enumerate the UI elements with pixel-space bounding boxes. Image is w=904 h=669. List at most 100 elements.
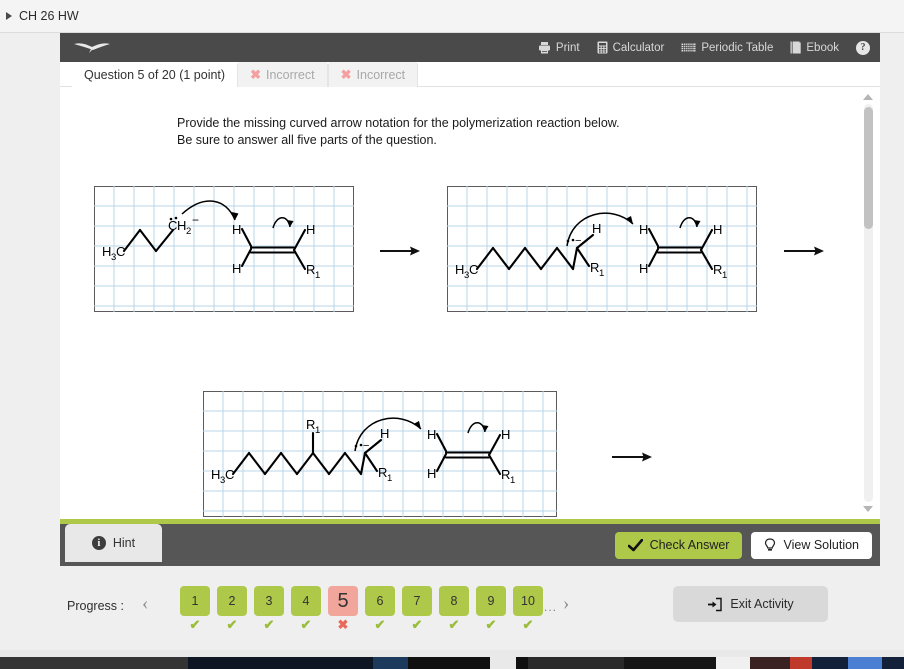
scrollbar-thumb[interactable] [864, 107, 873, 229]
checkmark-icon [627, 538, 643, 551]
tab-incorrect-1[interactable]: ✖ Incorrect [237, 62, 328, 87]
progress-footer: Progress : ‹ 1 ✔ 2 ✔ 3 ✔ 4 ✔ 5 ✖ 6 ✔ 7 ✔… [60, 566, 880, 650]
content-scrollbar[interactable] [862, 91, 875, 515]
tab-incorrect-2-label: Incorrect [356, 67, 406, 82]
toolbar-actions: Print Calculator Periodic Table Ebook ? [538, 40, 870, 55]
chem-diagram-2[interactable]: H 3 C H R 1 − H H H R 1 [447, 186, 757, 312]
question-button-1[interactable]: 1 [180, 586, 210, 616]
periodic-table-label: Periodic Table [701, 41, 774, 54]
periodic-table-button[interactable]: Periodic Table [681, 42, 773, 54]
svg-text:H: H [639, 222, 648, 237]
svg-text:H: H [501, 427, 510, 442]
question-button-8[interactable]: 8 [439, 586, 469, 616]
question-button-10[interactable]: 10 [513, 586, 543, 616]
svg-text:1: 1 [387, 473, 392, 484]
svg-text:H: H [455, 262, 464, 277]
status-mark-8: ✔ [448, 617, 460, 632]
svg-text:R: R [501, 467, 510, 482]
chevron-right-icon[interactable]: › [563, 593, 569, 615]
status-mark-9: ✔ [485, 617, 497, 632]
exit-activity-label: Exit Activity [730, 597, 794, 611]
status-mark-7: ✔ [411, 617, 423, 632]
svg-text:1: 1 [599, 268, 604, 279]
tab-question-5[interactable]: Question 5 of 20 (1 point) [72, 62, 238, 87]
svg-text:H: H [380, 426, 389, 441]
triangle-right-icon [6, 12, 12, 20]
print-button[interactable]: Print [538, 41, 580, 54]
svg-text:H: H [232, 261, 241, 276]
action-bar: i Hint Check Answer View Solution [60, 524, 880, 566]
svg-text:H: H [232, 222, 241, 237]
screenshot-root: CH 26 HW Print Calculator Periodic Table… [0, 0, 904, 669]
exit-activity-button[interactable]: Exit Activity [673, 586, 828, 622]
svg-text:R: R [590, 260, 599, 275]
question-button-2[interactable]: 2 [217, 586, 247, 616]
hint-button[interactable]: i Hint [65, 524, 162, 562]
question-prompt-line2: Be sure to answer all five parts of the … [177, 133, 437, 147]
taskbar-strip [0, 657, 904, 669]
status-mark-3: ✔ [263, 617, 275, 632]
svg-text:H: H [306, 222, 315, 237]
question-button-5[interactable]: 5 [328, 586, 358, 616]
reaction-arrow-2 [782, 242, 827, 260]
periodic-table-icon [681, 43, 696, 52]
ebook-label: Ebook [806, 41, 839, 54]
status-mark-1: ✔ [189, 617, 201, 632]
question-cell-1: 1 ✔ [180, 586, 210, 632]
question-prompt: Provide the missing curved arrow notatio… [177, 115, 620, 149]
question-cell-3: 3 ✔ [254, 586, 284, 632]
question-cell-2: 2 ✔ [217, 586, 247, 632]
svg-text:R: R [378, 465, 387, 480]
taskbar-segment [848, 657, 882, 669]
action-buttons: Check Answer View Solution [614, 531, 872, 559]
question-button-6[interactable]: 6 [365, 586, 395, 616]
svg-text:H: H [713, 222, 722, 237]
print-label: Print [555, 41, 580, 54]
check-answer-label: Check Answer [649, 538, 730, 552]
printer-icon [538, 42, 550, 54]
svg-text:1: 1 [510, 475, 515, 486]
svg-text:H: H [427, 466, 436, 481]
status-mark-2: ✔ [226, 617, 238, 632]
svg-text:R: R [306, 417, 315, 432]
question-prompt-line1: Provide the missing curved arrow notatio… [177, 116, 620, 130]
view-solution-button[interactable]: View Solution [751, 531, 872, 559]
view-solution-label: View Solution [783, 538, 859, 552]
svg-text:R: R [713, 262, 722, 277]
question-button-4[interactable]: 4 [291, 586, 321, 616]
help-button[interactable]: ? [856, 40, 870, 55]
calculator-button[interactable]: Calculator [597, 41, 665, 54]
progress-label: Progress : [67, 599, 124, 613]
check-answer-button[interactable]: Check Answer [614, 531, 743, 559]
taskbar-segment [790, 657, 812, 669]
question-button-9[interactable]: 9 [476, 586, 506, 616]
wileyplus-app-window: Print Calculator Periodic Table Ebook ? … [60, 33, 880, 650]
book-icon [790, 41, 802, 54]
status-mark-5: ✖ [337, 617, 349, 632]
chevron-left-icon[interactable]: ‹ [142, 593, 148, 615]
taskbar-segment [490, 657, 516, 669]
question-cell-6: 6 ✔ [365, 586, 395, 632]
taskbar-segment [373, 657, 408, 669]
calculator-label: Calculator [612, 41, 665, 54]
bookmark-label[interactable]: CH 26 HW [19, 9, 79, 23]
scroll-down-icon[interactable] [863, 506, 873, 512]
svg-text:H: H [211, 467, 220, 482]
app-toolbar: Print Calculator Periodic Table Ebook ? [60, 33, 880, 62]
chem-diagram-3[interactable]: H 3 C R 1 H R 1 − H H H R 1 [203, 391, 557, 517]
scroll-up-icon[interactable] [863, 94, 873, 100]
lightbulb-icon [765, 538, 776, 551]
question-button-3[interactable]: 3 [254, 586, 284, 616]
svg-text:H: H [639, 261, 648, 276]
svg-text:−: − [192, 213, 199, 227]
status-mark-4: ✔ [300, 617, 312, 632]
question-button-7[interactable]: 7 [402, 586, 432, 616]
svg-text:2: 2 [186, 226, 191, 237]
svg-text:1: 1 [315, 270, 320, 281]
chem-diagram-1[interactable]: H 3 C C H 2 − H H H R 1 [94, 186, 354, 312]
svg-text:1: 1 [722, 270, 727, 281]
progress-ellipsis: ... [544, 600, 558, 614]
ebook-button[interactable]: Ebook [790, 41, 839, 54]
svg-text:C: C [168, 218, 177, 233]
tab-incorrect-2[interactable]: ✖ Incorrect [327, 62, 419, 87]
